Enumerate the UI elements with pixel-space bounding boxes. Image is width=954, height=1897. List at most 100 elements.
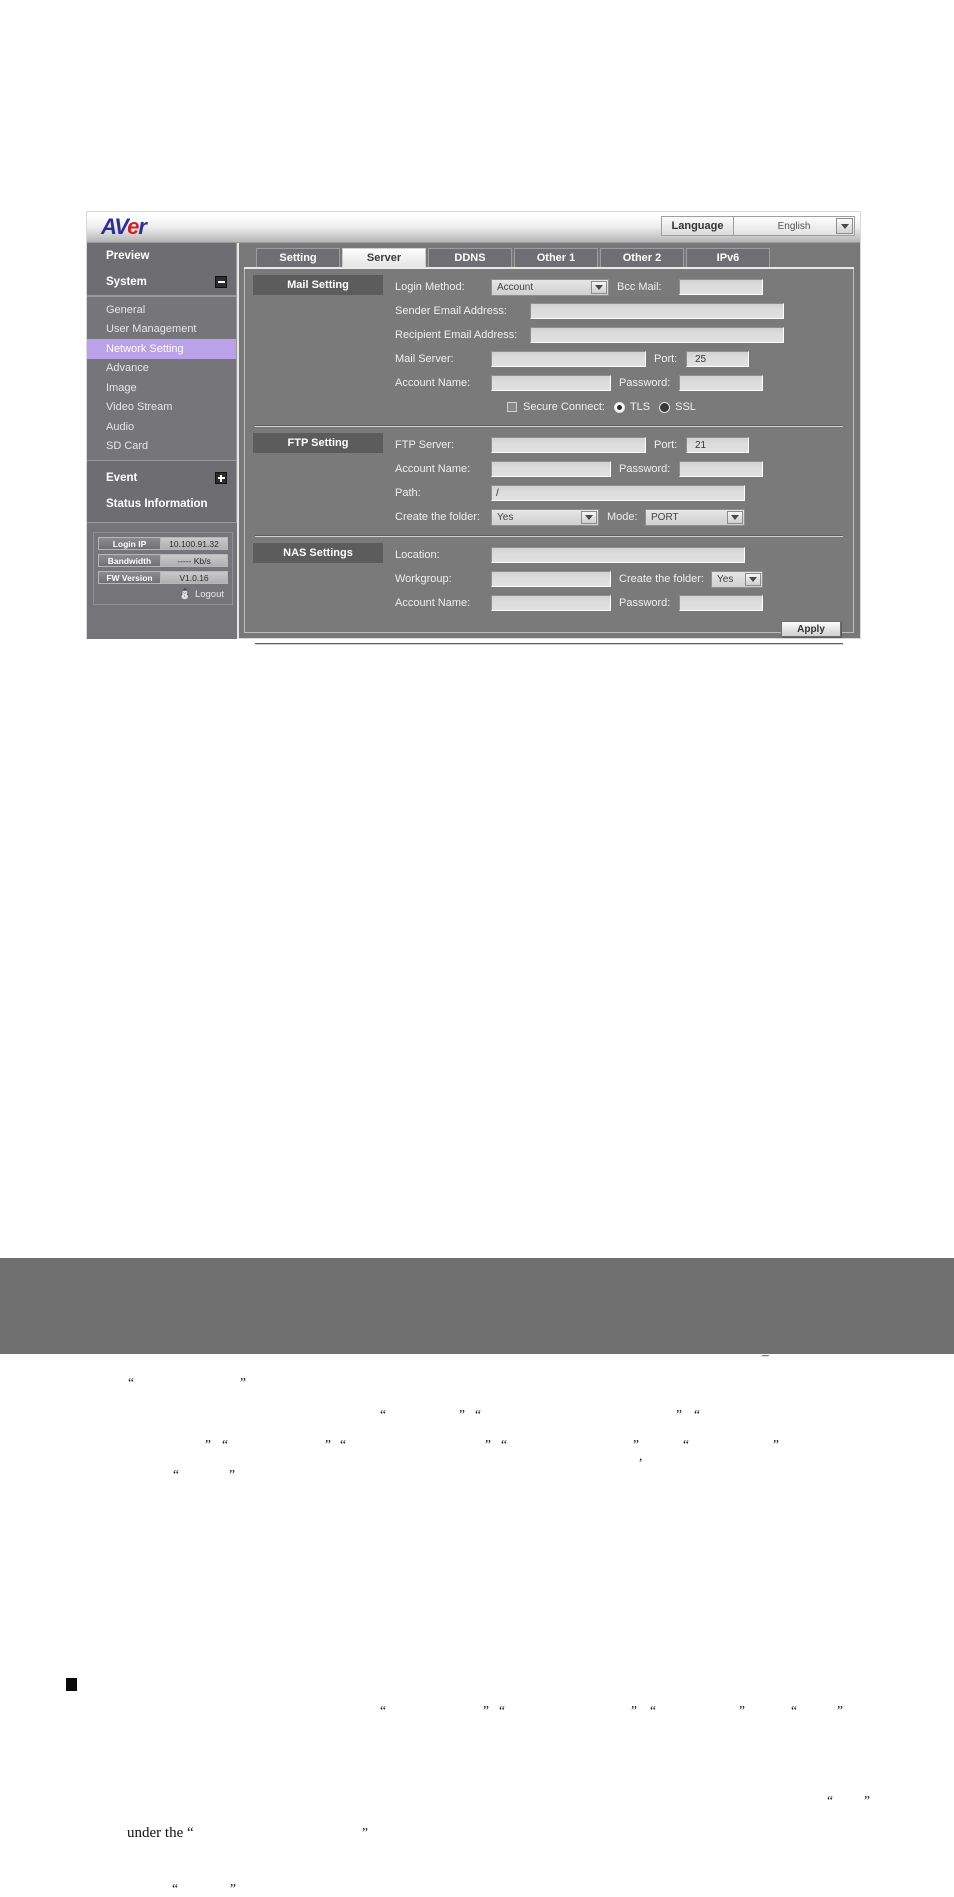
field-row-ftp-account: Account Name: Password: bbox=[395, 457, 845, 481]
ftp-path-input[interactable]: / bbox=[491, 485, 745, 501]
sidebar-item-image[interactable]: Image bbox=[87, 378, 236, 398]
tab-ipv6[interactable]: IPv6 bbox=[686, 248, 770, 267]
quote-open: “ bbox=[380, 1407, 386, 1422]
chevron-down-icon[interactable] bbox=[591, 280, 607, 294]
mail-password-label: Password: bbox=[619, 377, 671, 389]
quote-close: ” bbox=[325, 1437, 331, 1452]
sidebar-item-label: Video Stream bbox=[106, 401, 173, 414]
status-value: 10.100.91.32 bbox=[161, 538, 227, 549]
nas-workgroup-label: Workgroup: bbox=[395, 573, 452, 585]
quote-open: “ bbox=[501, 1437, 507, 1452]
ftp-mode-label: Mode: bbox=[607, 511, 638, 523]
apply-button[interactable]: Apply bbox=[781, 621, 841, 637]
sender-email-input[interactable] bbox=[530, 303, 784, 319]
field-row-ftp-create-folder: Create the folder: Yes Mode: PORT bbox=[395, 505, 845, 529]
mail-account-label: Account Name: bbox=[395, 377, 471, 389]
sidebar-item-preview[interactable]: Preview bbox=[87, 243, 236, 269]
language-dropdown[interactable]: English bbox=[733, 216, 855, 236]
nas-location-input[interactable] bbox=[491, 547, 745, 563]
tab-other-2[interactable]: Other 2 bbox=[600, 248, 684, 267]
sidebar-item-label: Event bbox=[106, 472, 138, 484]
login-method-value: Account bbox=[497, 281, 534, 293]
tls-radio[interactable] bbox=[613, 401, 625, 413]
bcc-mail-input[interactable] bbox=[679, 279, 763, 295]
recipient-email-input[interactable] bbox=[530, 327, 784, 343]
tab-server[interactable]: Server bbox=[342, 248, 426, 267]
mail-password-input[interactable] bbox=[679, 375, 763, 391]
field-row-mail-account: Account Name: Password: bbox=[395, 371, 845, 395]
status-row-login-ip: Login IP 10.100.91.32 bbox=[98, 537, 228, 550]
ftp-port-input[interactable]: 21 bbox=[686, 437, 749, 453]
field-row-ftp-server: FTP Server: Port: 21 bbox=[395, 433, 845, 457]
plus-icon[interactable] bbox=[215, 472, 227, 484]
nas-workgroup-input[interactable] bbox=[491, 571, 611, 587]
tab-ddns[interactable]: DDNS bbox=[428, 248, 512, 267]
sidebar-item-advance[interactable]: Advance bbox=[87, 359, 236, 379]
mail-server-input[interactable] bbox=[491, 351, 646, 367]
mail-setting-section: Mail Setting Login Method: Account Bcc M… bbox=[253, 275, 845, 425]
quote-close: ” bbox=[864, 1793, 870, 1808]
nas-location-label: Location: bbox=[395, 549, 440, 561]
mail-account-input[interactable] bbox=[491, 375, 611, 391]
mail-port-label: Port: bbox=[654, 353, 678, 365]
chevron-down-icon[interactable] bbox=[745, 572, 761, 586]
divider-mail-ftp bbox=[255, 425, 843, 427]
sidebar-item-network-setting[interactable]: Network Setting bbox=[87, 339, 236, 359]
ftp-account-input[interactable] bbox=[491, 461, 611, 477]
field-row-mail-server: Mail Server: Port: 25 bbox=[395, 347, 845, 371]
nas-password-label: Password: bbox=[619, 597, 671, 609]
nas-password-input[interactable] bbox=[679, 595, 763, 611]
quote-close: ” bbox=[205, 1437, 211, 1452]
sidebar-item-event[interactable]: Event bbox=[87, 465, 236, 491]
quote-close: ” bbox=[229, 1467, 235, 1482]
quote-open: “ bbox=[222, 1437, 228, 1452]
field-row-nas-location: Location: bbox=[395, 543, 845, 567]
sidebar-item-audio[interactable]: Audio bbox=[87, 417, 236, 437]
sidebar-item-video-stream[interactable]: Video Stream bbox=[87, 398, 236, 418]
bullet-block-1: – “ ” “ ” “ ” “ ” “ ” “ ” “ ” “ ” “ ” , … bbox=[0, 655, 954, 1482]
ftp-password-input[interactable] bbox=[679, 461, 763, 477]
sidebar-item-sd-card[interactable]: SD Card bbox=[87, 437, 236, 457]
language-selector[interactable]: Language English bbox=[661, 215, 855, 237]
secure-connect-checkbox[interactable] bbox=[507, 402, 517, 412]
mail-port-input[interactable]: 25 bbox=[686, 351, 749, 367]
chevron-down-icon[interactable] bbox=[581, 510, 597, 524]
tab-label: Setting bbox=[279, 252, 317, 264]
tab-label: Server bbox=[366, 252, 402, 264]
ftp-mode-select[interactable]: PORT bbox=[645, 508, 745, 526]
sidebar-item-system[interactable]: System bbox=[87, 269, 236, 295]
tab-setting[interactable]: Setting bbox=[256, 248, 340, 267]
sidebar-item-status-information[interactable]: Status Information bbox=[87, 491, 236, 517]
sidebar-item-general[interactable]: General bbox=[87, 300, 236, 320]
minus-icon[interactable] bbox=[215, 276, 227, 288]
sidebar-nav-bottom: Event Status Information bbox=[87, 461, 237, 523]
nas-account-input[interactable] bbox=[491, 595, 611, 611]
status-block: Login IP 10.100.91.32 Bandwidth ----- Kb… bbox=[93, 532, 233, 605]
ftp-mode-value: PORT bbox=[651, 511, 679, 523]
sidebar-system-submenu: General User Management Network Setting … bbox=[87, 296, 237, 461]
logo-text-av: AV bbox=[101, 214, 128, 239]
quote-open: “ bbox=[340, 1437, 346, 1452]
chevron-down-icon[interactable] bbox=[727, 510, 743, 524]
quote-open: “ bbox=[683, 1437, 689, 1452]
field-row-nas-workgroup: Workgroup: Create the folder: Yes bbox=[395, 567, 845, 591]
quote-close: ” bbox=[362, 1825, 368, 1840]
tab-other-1[interactable]: Other 1 bbox=[514, 248, 598, 267]
ftp-setting-fields: FTP Server: Port: 21 Account Name: Passw… bbox=[383, 433, 845, 529]
nas-account-label: Account Name: bbox=[395, 597, 471, 609]
chevron-down-icon[interactable] bbox=[836, 218, 853, 234]
apply-row: Apply bbox=[395, 615, 845, 637]
quote-open: “ bbox=[475, 1407, 481, 1422]
login-method-select[interactable]: Account bbox=[491, 278, 609, 296]
nas-create-folder-select[interactable]: Yes bbox=[711, 570, 763, 588]
logout-button[interactable]: ⛄ Logout bbox=[98, 588, 228, 601]
quote-close: ” bbox=[459, 1407, 465, 1422]
sidebar-item-label: System bbox=[106, 276, 147, 288]
ssl-radio[interactable] bbox=[659, 401, 671, 413]
status-key: Bandwidth bbox=[99, 555, 161, 566]
sidebar-item-user-management[interactable]: User Management bbox=[87, 320, 236, 340]
ftp-setting-section: FTP Setting FTP Server: Port: 21 Account… bbox=[253, 433, 845, 535]
ftp-setting-title: FTP Setting bbox=[253, 433, 383, 453]
ftp-server-input[interactable] bbox=[491, 437, 646, 453]
ftp-create-folder-select[interactable]: Yes bbox=[491, 508, 599, 526]
